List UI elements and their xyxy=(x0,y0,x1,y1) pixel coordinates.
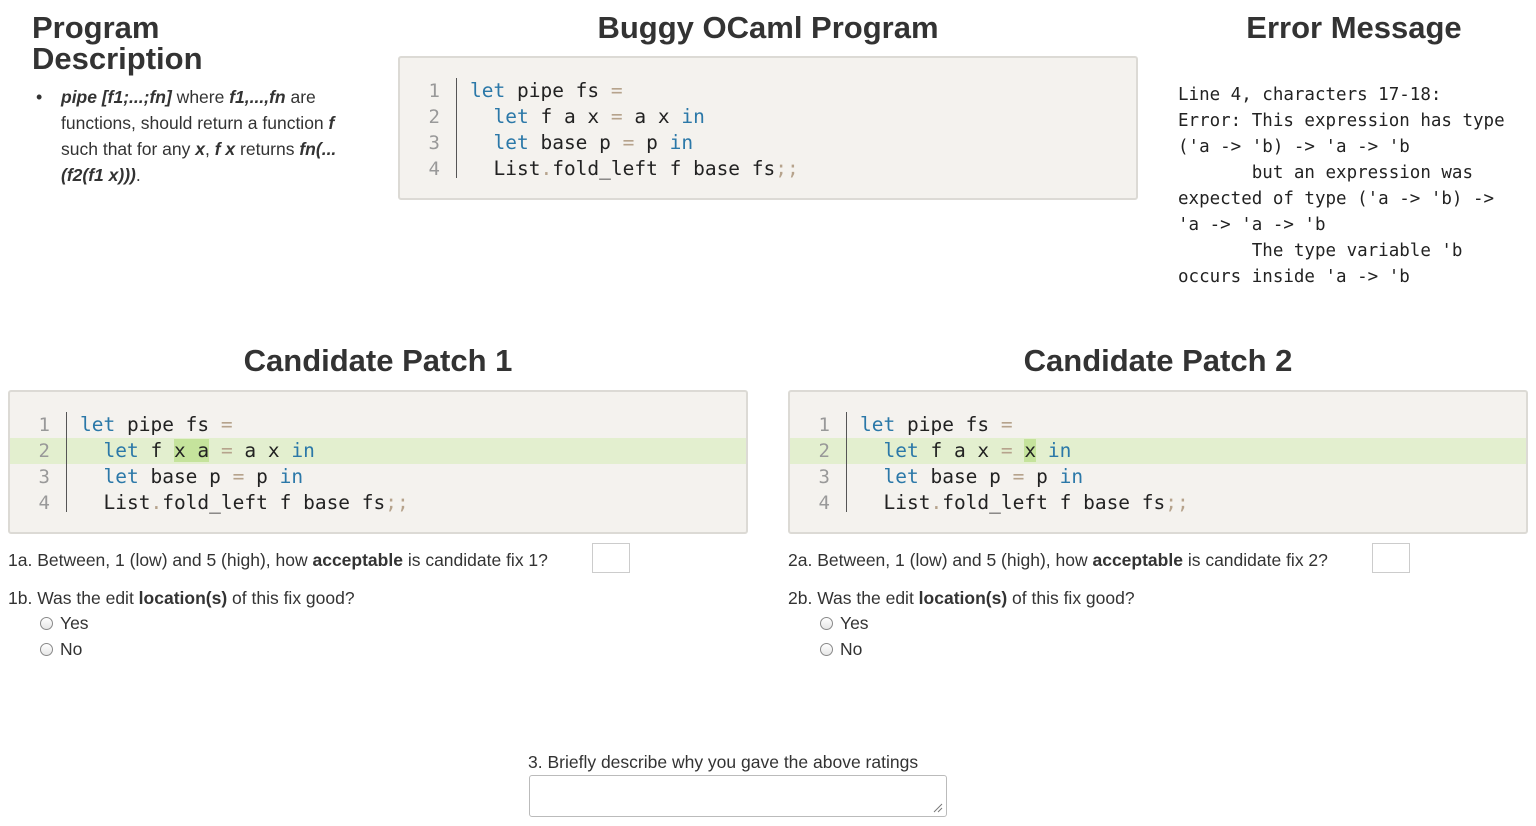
error-message-text: Line 4, characters 17-18: Error: This ex… xyxy=(1178,85,1505,287)
bullet-icon: • xyxy=(36,87,43,107)
line-number: 2 xyxy=(428,106,440,128)
code-text: let f a x = x in xyxy=(883,439,1072,462)
rating-input-fix-2[interactable] xyxy=(1372,543,1410,573)
patch2-line-3: 3 let base p = p in xyxy=(790,464,1526,490)
patch1-line-1: 1 let pipe fs = xyxy=(10,412,746,438)
radio-2b-yes-label: Yes xyxy=(840,613,869,633)
question-2b: 2b. Was the edit location(s) of this fix… xyxy=(788,588,1135,608)
rating-input-fix-1[interactable] xyxy=(592,543,630,573)
heading-error-message: Error Message xyxy=(1246,10,1462,45)
code-text: let f x a = a x in xyxy=(103,439,315,462)
program-description: • pipe [f1;...;fn] where f1,...,fn are f… xyxy=(36,84,366,188)
line-number: 1 xyxy=(38,414,50,436)
buggy-line-3: 3 let base p = p in xyxy=(400,130,1136,156)
code-text: let base p = p in xyxy=(493,131,694,154)
candidate-patch-1-code: 1 let pipe fs = 2 let f x a = a x in 3 let … xyxy=(8,390,748,534)
code-text: List.fold_left f base fs;; xyxy=(80,491,409,514)
line-number: 1 xyxy=(818,414,830,436)
line-number: 4 xyxy=(818,492,830,514)
heading-program-description: Program Description xyxy=(32,10,203,76)
code-text: let pipe fs = xyxy=(860,413,1013,436)
code-text: List.fold_left f base fs;; xyxy=(860,491,1189,514)
resize-grip-icon[interactable] xyxy=(931,801,943,813)
buggy-line-1: 1 let pipe fs = xyxy=(400,78,1136,104)
code-text: let pipe fs = xyxy=(80,413,233,436)
patch2-line-2: 2 let f a x = x in xyxy=(790,438,1526,464)
line-number: 2 xyxy=(818,440,830,462)
code-text: let f a x = a x in xyxy=(493,105,705,128)
code-text: let base p = p in xyxy=(103,465,304,488)
buggy-program-code: 1 let pipe fs = 2 let f a x = a x in 3 let … xyxy=(398,56,1138,200)
code-text: let pipe fs = xyxy=(470,79,623,102)
heading-buggy-program: Buggy OCaml Program xyxy=(597,10,939,45)
buggy-line-4: 4 List.fold_left f base fs;; xyxy=(400,156,1136,182)
radio-1b-yes[interactable] xyxy=(40,617,53,630)
radio-2b-yes[interactable] xyxy=(820,617,833,630)
patch1-line-2: 2 let f x a = a x in xyxy=(10,438,746,464)
buggy-line-2: 2 let f a x = a x in xyxy=(400,104,1136,130)
ratings-explanation-textarea[interactable] xyxy=(529,775,947,817)
line-number: 3 xyxy=(38,466,50,488)
line-number: 4 xyxy=(428,158,440,180)
question-1b: 1b. Was the edit location(s) of this fix… xyxy=(8,588,355,608)
line-number: 1 xyxy=(428,80,440,102)
heading-candidate-patch-1: Candidate Patch 1 xyxy=(243,343,513,378)
code-text: List.fold_left f base fs;; xyxy=(470,157,799,180)
line-number: 3 xyxy=(428,132,440,154)
candidate-patch-2-code: 1 let pipe fs = 2 let f a x = x in 3 let ba… xyxy=(788,390,1528,534)
radio-2b-no[interactable] xyxy=(820,643,833,656)
patch1-line-3: 3 let base p = p in xyxy=(10,464,746,490)
patch1-line-4: 4 List.fold_left f base fs;; xyxy=(10,490,746,516)
radio-1b-no-label: No xyxy=(60,639,83,659)
line-number: 4 xyxy=(38,492,50,514)
heading-candidate-patch-2: Candidate Patch 2 xyxy=(1023,343,1293,378)
gutter-divider xyxy=(66,412,67,512)
gutter-divider xyxy=(846,412,847,512)
question-3: 3. Briefly describe why you gave the abo… xyxy=(528,752,919,772)
code-text: let base p = p in xyxy=(883,465,1084,488)
radio-2b-no-label: No xyxy=(840,639,863,659)
patch2-line-4: 4 List.fold_left f base fs;; xyxy=(790,490,1526,516)
description-text: pipe [f1;...;fn] where f1,...,fn are fun… xyxy=(61,87,337,185)
question-2a: 2a. Between, 1 (low) and 5 (high), how a… xyxy=(788,550,1328,570)
gutter-divider xyxy=(456,78,457,178)
radio-1b-yes-label: Yes xyxy=(60,613,89,633)
radio-1b-no[interactable] xyxy=(40,643,53,656)
question-1a: 1a. Between, 1 (low) and 5 (high), how a… xyxy=(8,550,548,570)
line-number: 2 xyxy=(38,440,50,462)
line-number: 3 xyxy=(818,466,830,488)
patch2-line-1: 1 let pipe fs = xyxy=(790,412,1526,438)
